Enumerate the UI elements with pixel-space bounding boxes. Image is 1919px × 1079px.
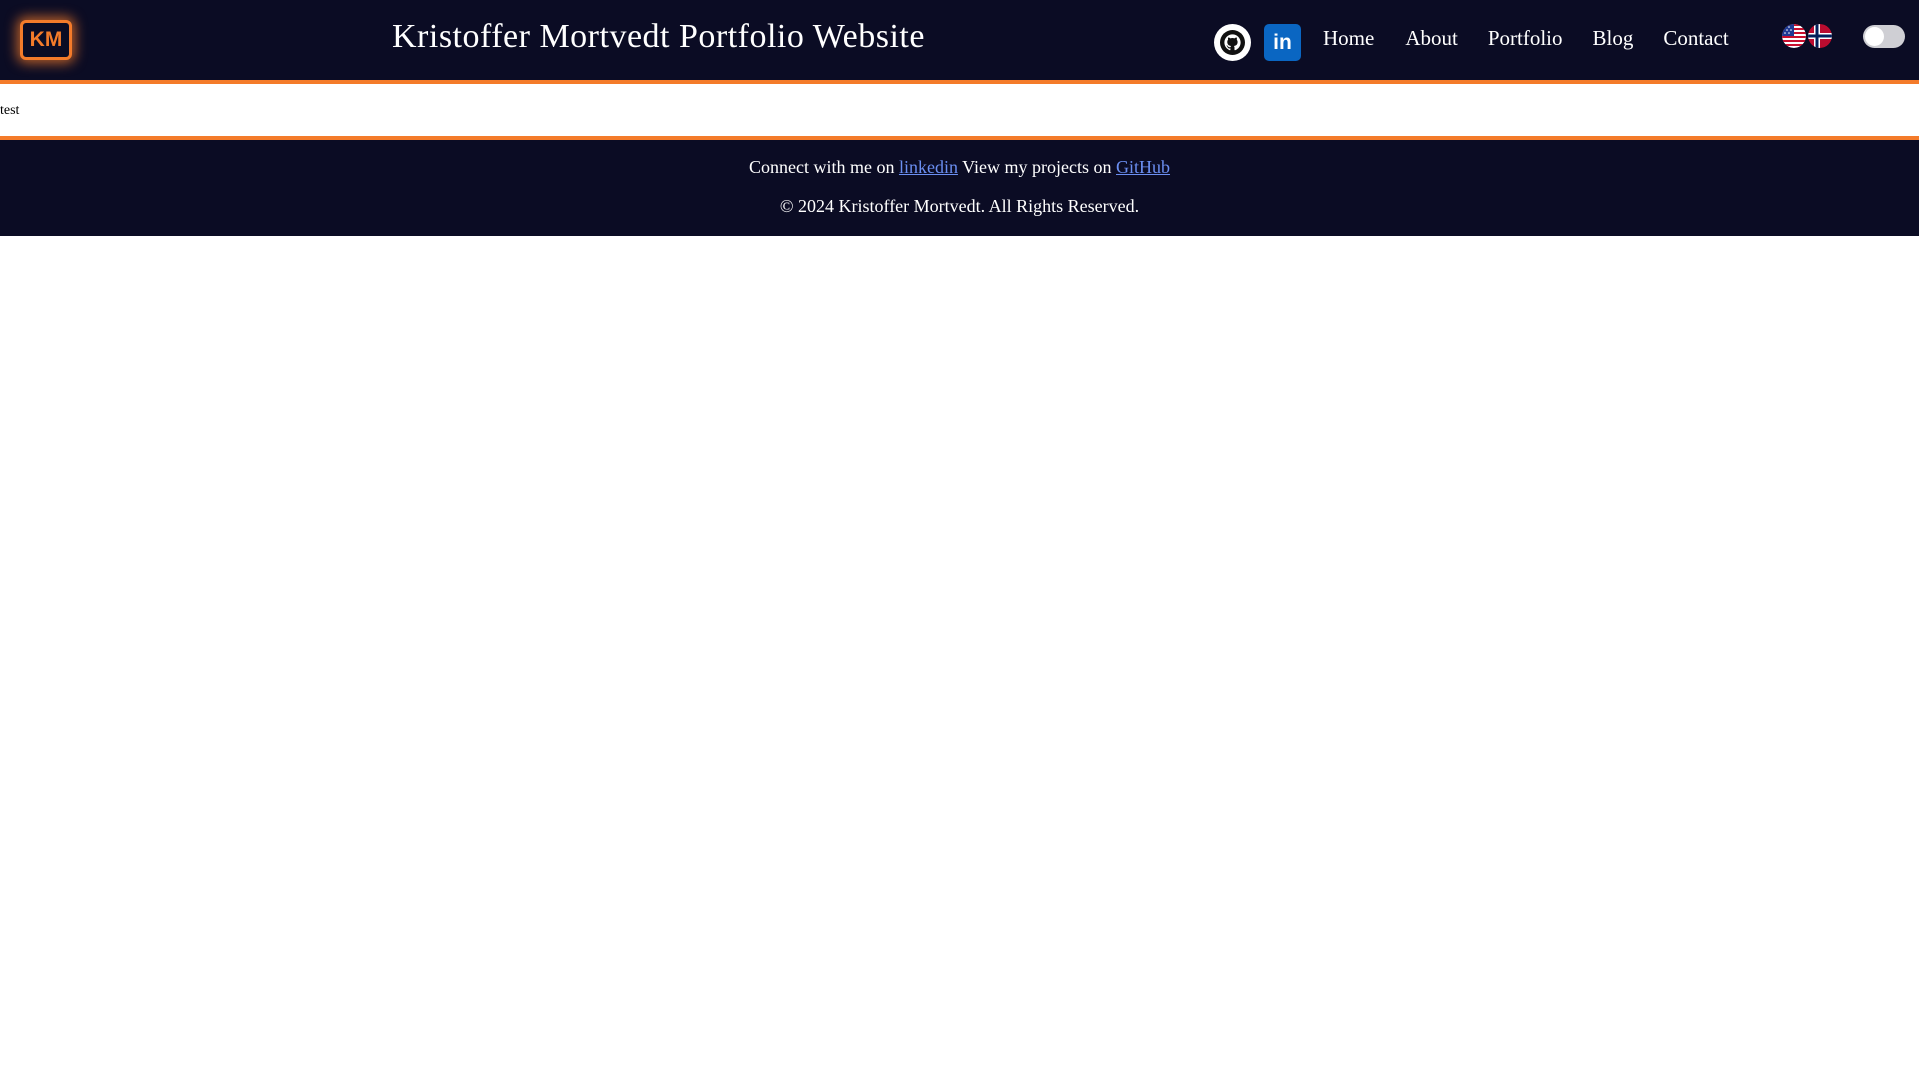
linkedin-link[interactable]: in	[1264, 24, 1301, 61]
dark-mode-toggle[interactable]	[1863, 25, 1905, 48]
main-nav: Home About Portfolio Blog Contact	[1323, 26, 1729, 51]
norway-flag-icon[interactable]	[1808, 24, 1832, 48]
page-title: Kristoffer Mortvedt Portfolio Website	[392, 18, 925, 55]
footer-copyright: © 2024 Kristoffer Mortvedt. All Rights R…	[779, 196, 1140, 216]
nav-contact[interactable]: Contact	[1663, 26, 1728, 51]
github-link[interactable]	[1214, 24, 1251, 61]
github-icon	[1220, 30, 1245, 55]
nav-portfolio[interactable]: Portfolio	[1488, 26, 1563, 51]
toggle-knob	[1865, 27, 1884, 46]
footer-connect-text: Connect with me on	[748, 157, 899, 177]
nav-blog[interactable]: Blog	[1593, 26, 1634, 51]
footer-connect-line: Connect with me on linkedin View my proj…	[0, 157, 1919, 178]
footer-linkedin-link[interactable]: linkedin	[899, 157, 958, 177]
footer: Connect with me on linkedin View my proj…	[0, 136, 1919, 236]
navbar: KM Kristoffer Mortvedt Portfolio Website…	[0, 0, 1919, 84]
footer-github-link[interactable]: GitHub	[1116, 157, 1170, 177]
linkedin-icon: in	[1273, 31, 1292, 54]
footer-projects-text: View my projects on	[957, 157, 1117, 177]
language-switcher[interactable]	[1782, 24, 1832, 48]
content-text: test	[0, 103, 20, 118]
site-logo[interactable]: KM	[20, 20, 72, 60]
nav-home[interactable]: Home	[1323, 26, 1374, 51]
nav-about[interactable]: About	[1405, 26, 1458, 51]
us-flag-icon[interactable]	[1782, 24, 1806, 48]
